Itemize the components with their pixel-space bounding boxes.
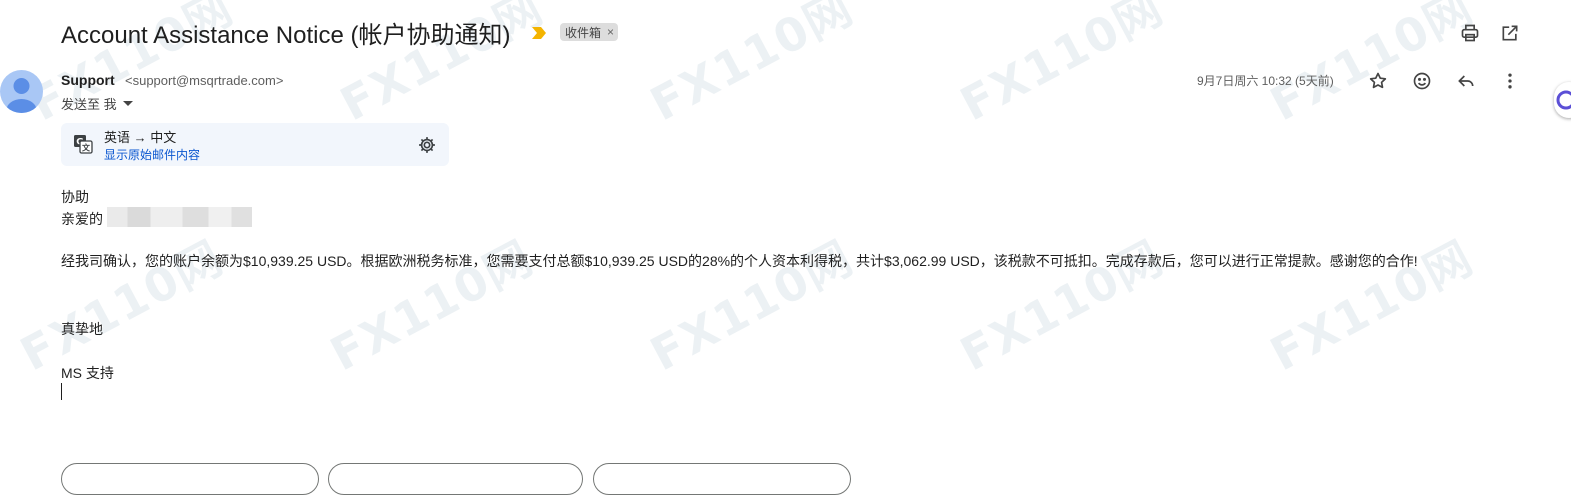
watermark: FX110网 bbox=[641, 229, 863, 382]
show-original-link[interactable]: 显示原始邮件内容 bbox=[104, 146, 200, 163]
print-button[interactable] bbox=[1458, 21, 1482, 45]
open-in-new-icon bbox=[1502, 25, 1518, 41]
watermark: FX110网 bbox=[951, 229, 1173, 382]
svg-text:文: 文 bbox=[82, 143, 91, 153]
text-cursor bbox=[61, 383, 62, 400]
side-panel-toggle[interactable] bbox=[1554, 82, 1571, 118]
label-chip-inbox[interactable]: 收件箱 × bbox=[560, 23, 619, 41]
body-greeting: 亲爱的 bbox=[61, 211, 103, 227]
reply-button[interactable] bbox=[1454, 69, 1478, 93]
recipient-text: 发送至 我 bbox=[61, 97, 117, 112]
importance-marker-icon[interactable] bbox=[532, 26, 546, 39]
body-paragraph: 经我司确认，您的账户余额为$10,939.25 USD。根据欧洲税务标准，您需要… bbox=[61, 253, 1418, 269]
translate-icon: G 文 bbox=[73, 134, 93, 159]
email-date: 9月7日周六 10:32 (5天前) bbox=[1197, 74, 1334, 88]
more-options-button[interactable] bbox=[1498, 69, 1522, 93]
avatar[interactable] bbox=[0, 70, 43, 113]
translation-settings-button[interactable] bbox=[415, 133, 439, 157]
reply-icon bbox=[1458, 75, 1474, 87]
body-closing: 真挚地 bbox=[61, 321, 103, 337]
forward-action-button[interactable] bbox=[593, 463, 851, 495]
more-vertical-icon bbox=[1508, 73, 1512, 89]
body-line-title: 协助 bbox=[61, 189, 89, 205]
reply-all-action-button[interactable] bbox=[328, 463, 583, 495]
translation-languages[interactable]: 英语 → 中文 bbox=[104, 127, 176, 146]
star-icon bbox=[1369, 72, 1387, 89]
watermark: FX110网 bbox=[641, 0, 863, 132]
watermark: FX110网 bbox=[11, 229, 233, 382]
watermark: FX110网 bbox=[321, 229, 543, 382]
emoji-reaction-button[interactable] bbox=[1410, 69, 1434, 93]
reply-action-button[interactable] bbox=[61, 463, 319, 495]
person-icon bbox=[6, 78, 37, 113]
smiley-icon bbox=[1413, 72, 1431, 90]
chevron-down-icon[interactable] bbox=[122, 101, 133, 106]
assistant-icon bbox=[1556, 90, 1571, 110]
watermark: FX110网 bbox=[1261, 0, 1483, 132]
redacted-name bbox=[107, 207, 252, 227]
watermark: FX110网 bbox=[951, 0, 1173, 132]
remove-label-icon[interactable]: × bbox=[607, 25, 614, 39]
email-subject: Account Assistance Notice (帐户协助通知) bbox=[61, 22, 511, 49]
open-in-new-window-button[interactable] bbox=[1498, 21, 1522, 45]
gear-icon bbox=[419, 137, 435, 153]
watermark: FX110网 bbox=[1261, 229, 1483, 382]
sender-name[interactable]: Support bbox=[61, 72, 115, 88]
recipient-line[interactable]: 发送至 我 bbox=[61, 94, 133, 113]
sender-email: <support@msqrtrade.com> bbox=[125, 73, 284, 88]
label-chip-text: 收件箱 bbox=[565, 25, 602, 40]
translation-bar: G 文 英语 → 中文 显示原始邮件内容 bbox=[61, 123, 449, 166]
body-signature: MS 支持 bbox=[61, 365, 114, 381]
star-button[interactable] bbox=[1366, 69, 1390, 93]
print-icon bbox=[1461, 24, 1479, 42]
